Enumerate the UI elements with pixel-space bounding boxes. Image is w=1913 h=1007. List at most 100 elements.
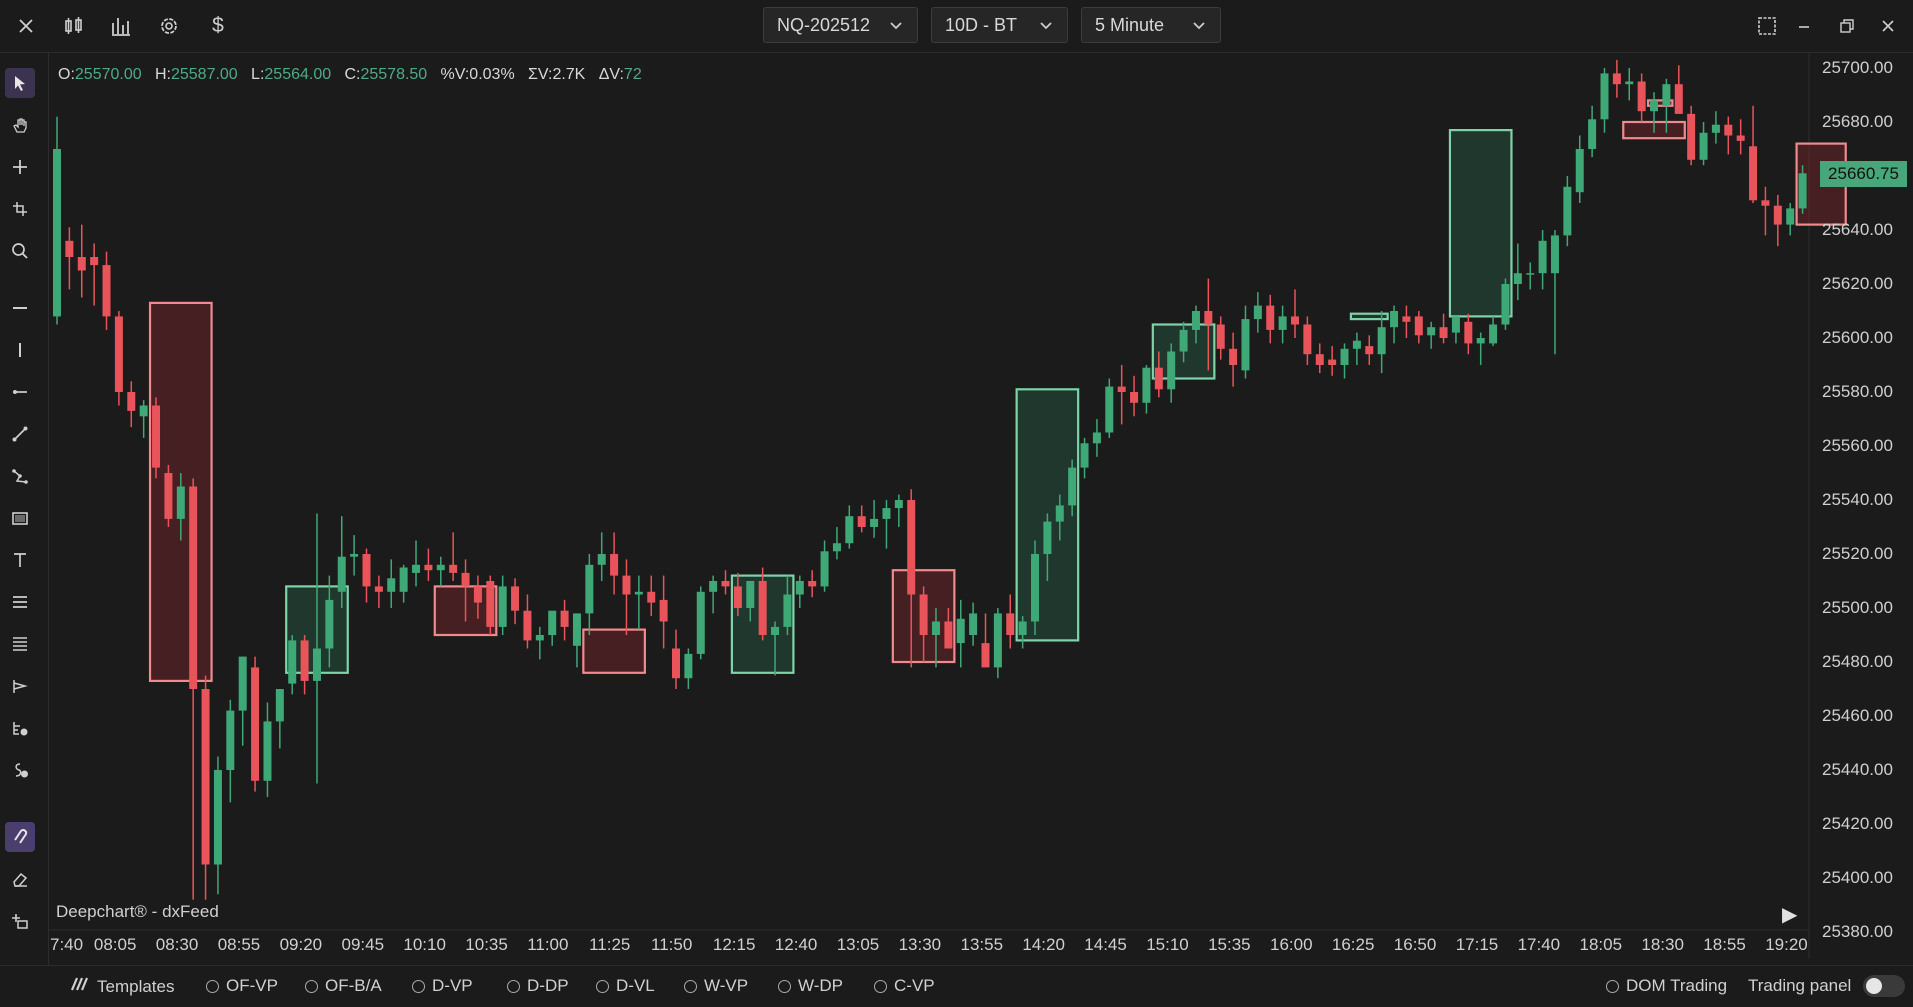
- candle: [1439, 313, 1448, 344]
- dom-trading-radio[interactable]: DOM Trading: [1606, 976, 1727, 996]
- option-radio-ofba[interactable]: OF-B/A: [305, 976, 382, 996]
- candle-body: [560, 610, 569, 627]
- candle-body: [1266, 305, 1275, 330]
- session-profile-icon[interactable]: [5, 755, 35, 785]
- candle-body: [1451, 316, 1460, 333]
- time-tick-label: 09:20: [279, 935, 323, 954]
- candle: [1600, 68, 1609, 133]
- restore-icon[interactable]: [1833, 12, 1861, 40]
- trading-panel-toggle[interactable]: [1863, 975, 1905, 997]
- candle: [1625, 68, 1634, 101]
- play-icon[interactable]: ▶: [1782, 902, 1797, 927]
- option-radio-dvp[interactable]: D-VP: [412, 976, 473, 996]
- candle: [1761, 186, 1770, 236]
- price-chart[interactable]: [49, 53, 1863, 959]
- candle-body: [684, 653, 693, 679]
- candle-body: [1749, 146, 1758, 201]
- crosshair-icon[interactable]: [5, 152, 35, 182]
- time-tick-label: 10:35: [465, 935, 508, 954]
- candle: [1464, 313, 1473, 355]
- horizontal-line-icon[interactable]: [5, 293, 35, 323]
- rectangle-icon[interactable]: [5, 503, 35, 533]
- candle-body: [424, 564, 433, 571]
- candle-body: [201, 689, 210, 865]
- close-value: 25578.50: [360, 66, 428, 83]
- candle-body: [1278, 316, 1287, 330]
- time-tick-label: 08:30: [155, 935, 199, 954]
- candle-body: [312, 648, 321, 681]
- low-label: L:: [251, 66, 265, 83]
- price-tick-label: 25640.00: [1822, 220, 1893, 239]
- crosshair-cursor-icon[interactable]: [5, 194, 35, 224]
- window-close-icon[interactable]: [1874, 12, 1902, 40]
- candle: [1786, 203, 1795, 236]
- candle: [498, 575, 507, 635]
- option-radio-dvl[interactable]: D-VL: [596, 976, 655, 996]
- option-radio-ofvp[interactable]: OF-VP: [206, 976, 278, 996]
- option-radio-wdp[interactable]: W-DP: [778, 976, 843, 996]
- settings-icon[interactable]: [155, 12, 183, 40]
- candles-icon[interactable]: [60, 12, 88, 40]
- time-tick-label: 14:20: [1022, 935, 1065, 954]
- trend-line-icon[interactable]: [5, 419, 35, 449]
- option-radio-cvp[interactable]: C-VP: [874, 976, 935, 996]
- time-tick-label: 11:50: [651, 935, 693, 954]
- text-icon[interactable]: [5, 545, 35, 575]
- interval-dropdown[interactable]: 5 Minute: [1081, 7, 1221, 43]
- candle-body: [213, 770, 222, 865]
- fib-retracement-icon[interactable]: [5, 587, 35, 617]
- ray-icon[interactable]: [5, 377, 35, 407]
- candle-body: [1600, 73, 1609, 120]
- layout-icon[interactable]: [1753, 12, 1781, 40]
- candle-body: [275, 689, 284, 722]
- candle-body: [1761, 200, 1770, 206]
- drawing-toolbar: [0, 53, 49, 1006]
- dollar-icon[interactable]: $: [204, 12, 232, 40]
- candle-body: [709, 581, 718, 592]
- option-radio-ddp[interactable]: D-DP: [507, 976, 569, 996]
- vertical-line-icon[interactable]: [5, 335, 35, 365]
- candle: [523, 594, 532, 649]
- close-icon[interactable]: [12, 12, 40, 40]
- time-tick-label: 17:40: [1517, 935, 1561, 954]
- volume-profile-icon[interactable]: [5, 713, 35, 743]
- candle: [1711, 111, 1720, 144]
- candle-body: [1699, 132, 1708, 160]
- hand-icon[interactable]: [5, 110, 35, 140]
- time-tick-label: 15:10: [1146, 935, 1189, 954]
- bars-icon[interactable]: [107, 12, 135, 40]
- candle-body: [857, 516, 866, 527]
- fib-extension-icon[interactable]: [5, 629, 35, 659]
- candle-body: [65, 240, 74, 257]
- candle: [201, 675, 210, 900]
- add-drawing-icon[interactable]: [5, 906, 35, 936]
- time-tick-label: 15:35: [1208, 935, 1251, 954]
- pointer-icon[interactable]: [5, 68, 35, 98]
- magnet-icon[interactable]: [5, 822, 35, 852]
- candle: [1489, 316, 1498, 347]
- range-dropdown[interactable]: 10D - BT: [931, 7, 1068, 43]
- eraser-icon[interactable]: [5, 864, 35, 894]
- candle: [1612, 59, 1621, 98]
- templates-label: Templates: [97, 976, 175, 996]
- candle-body: [907, 500, 916, 595]
- option-radio-wvp[interactable]: W-VP: [684, 976, 748, 996]
- templates-button[interactable]: Templates: [68, 976, 174, 997]
- candle: [164, 464, 173, 527]
- symbol-dropdown[interactable]: NQ-202512: [763, 7, 918, 43]
- price-tick-label: 25600.00: [1822, 328, 1893, 347]
- path-icon[interactable]: [5, 461, 35, 491]
- candle-body: [362, 554, 371, 587]
- candle-body: [832, 543, 841, 552]
- candle: [1365, 335, 1374, 365]
- candle-body: [300, 640, 309, 681]
- candle-body: [189, 486, 198, 689]
- radio-circle: [684, 979, 697, 993]
- time-tick-label: 7:40: [50, 935, 84, 954]
- candle-body: [1489, 324, 1498, 344]
- minimize-icon[interactable]: [1790, 12, 1818, 40]
- time-tick-label: 18:05: [1579, 935, 1623, 954]
- candle: [1142, 365, 1151, 414]
- zoom-icon[interactable]: [5, 236, 35, 266]
- position-icon[interactable]: [5, 671, 35, 701]
